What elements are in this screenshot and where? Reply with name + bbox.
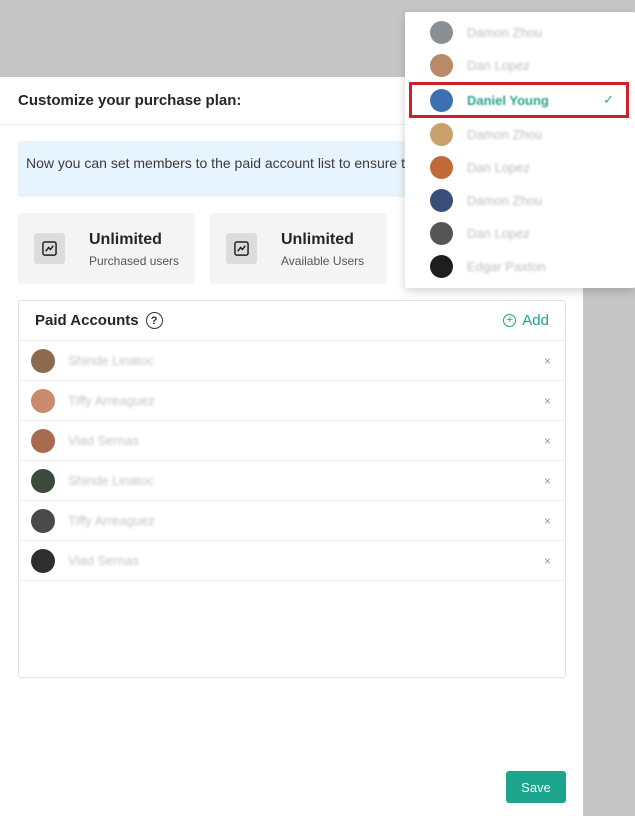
account-rows: Shinde Linatoc × Tiffy Arreaguez × Vlad Sern…	[19, 341, 565, 581]
add-circle-icon: +	[503, 314, 517, 327]
avatar	[430, 156, 453, 179]
member-name: Dan Lopez	[467, 226, 530, 241]
save-button[interactable]: Save	[506, 771, 566, 803]
member-name: Dan Lopez	[467, 160, 530, 175]
member-name: Damon Zhou	[467, 25, 543, 40]
account-name: Vlad Sernas	[68, 553, 139, 568]
remove-icon[interactable]: ×	[544, 434, 551, 448]
account-name: Shinde Linatoc	[68, 353, 155, 368]
remove-icon[interactable]: ×	[544, 554, 551, 568]
stat-label: Available Users	[281, 253, 365, 268]
remove-icon[interactable]: ×	[544, 514, 551, 528]
table-row: Shinde Linatoc ×	[19, 341, 565, 381]
account-name: Tiffy Arreaguez	[68, 393, 155, 408]
avatar	[31, 428, 55, 453]
stat-card-purchased: Unlimited Purchased users	[18, 213, 195, 284]
member-dropdown-list: Damon Zhou Dan Lopez Daniel Young ✓ Damon Zh…	[405, 16, 635, 283]
stat-label: Purchased users	[89, 253, 180, 268]
avatar	[430, 54, 453, 77]
table-row: Tiffy Arreaguez ×	[19, 501, 565, 541]
table-row: Vlad Sernas ×	[19, 541, 565, 581]
avatar	[430, 189, 453, 212]
avatar	[31, 548, 55, 573]
remove-icon[interactable]: ×	[544, 354, 551, 368]
paid-accounts-header: Paid Accounts ? + Add	[19, 301, 565, 341]
avatar	[430, 255, 453, 278]
member-name: Dan Lopez	[467, 58, 530, 73]
dropdown-item[interactable]: Damon Zhou	[405, 118, 635, 151]
member-name: Damon Zhou	[467, 127, 543, 142]
dropdown-item[interactable]: Daniel Young ✓	[409, 82, 629, 118]
avatar	[31, 508, 55, 533]
check-icon: ✓	[603, 92, 614, 107]
avatar	[430, 222, 453, 245]
remove-icon[interactable]: ×	[544, 394, 551, 408]
avatar	[31, 348, 55, 373]
dropdown-item[interactable]: Damon Zhou	[405, 184, 635, 217]
avatar	[430, 21, 453, 44]
avatar	[31, 468, 55, 493]
stat-card-available: Unlimited Available Users	[210, 213, 387, 284]
remove-icon[interactable]: ×	[544, 474, 551, 488]
member-name: Damon Zhou	[467, 193, 543, 208]
dropdown-item[interactable]: Dan Lopez	[405, 49, 635, 82]
dropdown-item[interactable]: Dan Lopez	[405, 217, 635, 250]
account-name: Shinde Linatoc	[68, 473, 155, 488]
add-account-button[interactable]: + Add	[503, 312, 549, 329]
dropdown-item[interactable]: Edgar Paxton	[405, 250, 635, 283]
avatar	[430, 88, 453, 112]
chart-icon	[226, 233, 257, 264]
dropdown-item[interactable]: Damon Zhou	[405, 16, 635, 49]
help-icon[interactable]: ?	[145, 312, 163, 329]
account-name: Vlad Sernas	[68, 433, 139, 448]
stat-value: Unlimited	[281, 230, 354, 248]
member-name: Daniel Young	[467, 92, 549, 108]
account-name: Tiffy Arreaguez	[68, 513, 155, 528]
avatar	[430, 123, 453, 146]
table-row: Tiffy Arreaguez ×	[19, 381, 565, 421]
table-row: Shinde Linatoc ×	[19, 461, 565, 501]
paid-accounts-list: Paid Accounts ? + Add Shinde Linatoc × Tif…	[18, 300, 566, 678]
chart-icon	[34, 233, 65, 264]
table-row: Vlad Sernas ×	[19, 421, 565, 461]
add-label: Add	[522, 312, 549, 329]
dropdown-item[interactable]: Dan Lopez	[405, 151, 635, 184]
avatar	[31, 388, 55, 413]
member-name: Edgar Paxton	[467, 259, 546, 274]
stat-value: Unlimited	[89, 230, 162, 248]
member-dropdown: Damon Zhou Dan Lopez Daniel Young ✓ Damon Zh…	[405, 12, 635, 288]
page-title: Customize your purchase plan:	[18, 92, 242, 109]
paid-accounts-title: Paid Accounts	[35, 312, 139, 329]
